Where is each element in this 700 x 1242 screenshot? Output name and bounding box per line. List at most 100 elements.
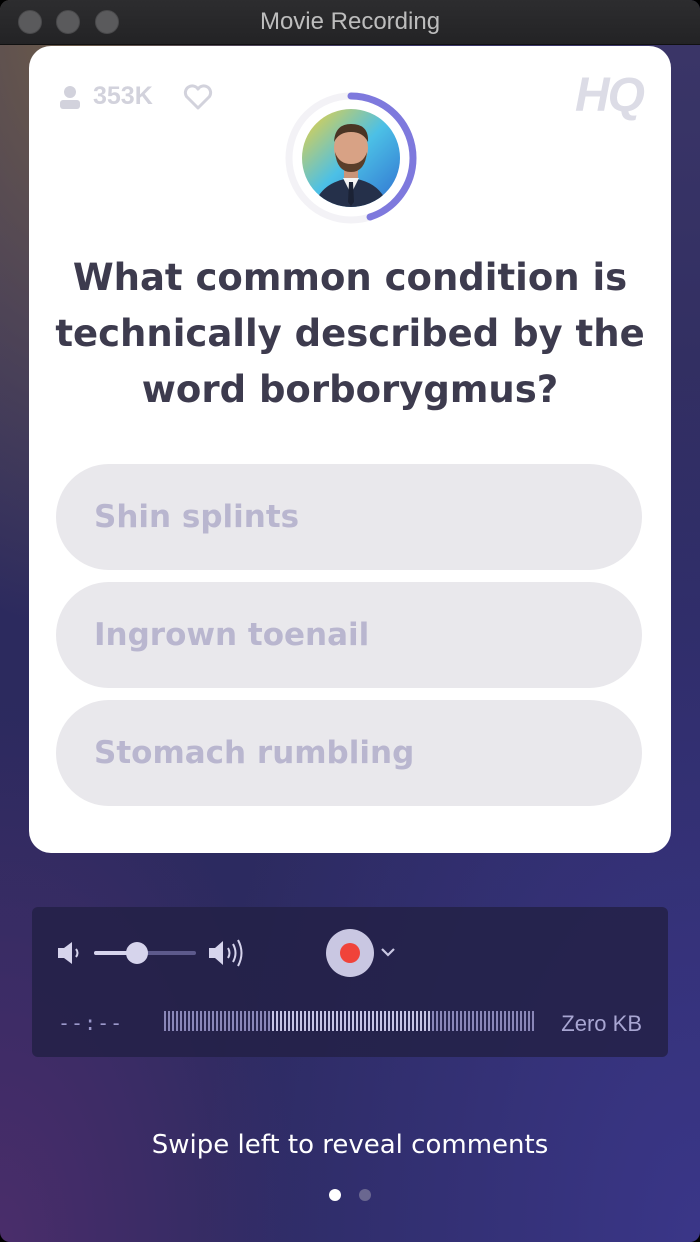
meter-tick <box>292 1011 294 1031</box>
meter-tick <box>488 1011 490 1031</box>
volume-slider[interactable] <box>94 942 196 964</box>
chevron-down-icon[interactable] <box>380 943 396 962</box>
meter-tick <box>204 1011 206 1031</box>
meter-tick <box>232 1011 234 1031</box>
meter-tick <box>288 1011 290 1031</box>
meter-tick <box>192 1011 194 1031</box>
meter-tick <box>272 1011 274 1031</box>
meter-tick <box>464 1011 466 1031</box>
viewer-count: 353K <box>93 82 153 110</box>
meter-tick <box>312 1011 314 1031</box>
meter-tick <box>180 1011 182 1031</box>
meter-tick <box>252 1011 254 1031</box>
meter-tick <box>244 1011 246 1031</box>
meter-tick <box>416 1011 418 1031</box>
meter-tick <box>336 1011 338 1031</box>
volume-high-icon <box>207 938 251 972</box>
swipe-hint: Swipe left to reveal comments <box>151 1130 549 1160</box>
meter-tick <box>440 1011 442 1031</box>
meter-tick <box>524 1011 526 1031</box>
meter-tick <box>216 1011 218 1031</box>
meter-tick <box>276 1011 278 1031</box>
meter-tick <box>208 1011 210 1031</box>
answer-option[interactable]: Ingrown toenail <box>56 582 642 688</box>
meter-tick <box>240 1011 242 1031</box>
meter-tick <box>384 1011 386 1031</box>
file-size: Zero KB <box>561 1011 642 1036</box>
meter-tick <box>168 1011 170 1031</box>
title-bar: Movie Recording <box>0 0 700 45</box>
meter-tick <box>380 1011 382 1031</box>
meter-tick <box>408 1011 410 1031</box>
meter-tick <box>344 1011 346 1031</box>
meter-tick <box>508 1011 510 1031</box>
meter-tick <box>392 1011 394 1031</box>
meter-tick <box>184 1011 186 1031</box>
window-title: Movie Recording <box>259 8 441 35</box>
answer-option[interactable]: Shin splints <box>56 464 642 570</box>
meter-tick <box>260 1011 262 1031</box>
meter-tick <box>424 1011 426 1031</box>
meter-tick <box>280 1011 282 1031</box>
meter-tick <box>164 1011 166 1031</box>
meter-tick <box>356 1011 358 1031</box>
movie-recording-window: Movie Recording 353K HQ What common cond… <box>0 0 700 1242</box>
meter-tick <box>300 1011 302 1031</box>
meter-tick <box>376 1011 378 1031</box>
page-dot[interactable] <box>329 1189 341 1201</box>
meter-tick <box>492 1011 494 1031</box>
meter-tick <box>304 1011 306 1031</box>
meter-tick <box>484 1011 486 1031</box>
elapsed-time: --:-- <box>58 1011 124 1035</box>
meter-tick <box>220 1011 222 1031</box>
meter-tick <box>332 1011 334 1031</box>
meter-tick <box>364 1011 366 1031</box>
meter-tick <box>496 1011 498 1031</box>
viewer-icon <box>59 85 81 109</box>
stats-row: 353K <box>59 82 213 111</box>
host-avatar-timer <box>283 90 419 226</box>
meter-tick <box>452 1011 454 1031</box>
meter-tick <box>436 1011 438 1031</box>
meter-tick <box>500 1011 502 1031</box>
meter-tick <box>296 1011 298 1031</box>
meter-tick <box>528 1011 530 1031</box>
meter-tick <box>284 1011 286 1031</box>
meter-tick <box>328 1011 330 1031</box>
meter-tick <box>196 1011 198 1031</box>
question-card: 353K HQ What common condition is technic… <box>29 46 671 853</box>
meter-tick <box>348 1011 350 1031</box>
meter-tick <box>212 1011 214 1031</box>
meter-tick <box>200 1011 202 1031</box>
audio-level-meter <box>164 1011 534 1031</box>
meter-tick <box>504 1011 506 1031</box>
meter-tick <box>396 1011 398 1031</box>
meter-tick <box>236 1011 238 1031</box>
meter-tick <box>352 1011 354 1031</box>
meter-tick <box>400 1011 402 1031</box>
meter-tick <box>256 1011 258 1031</box>
meter-tick <box>188 1011 190 1031</box>
page-dot[interactable] <box>359 1189 371 1201</box>
meter-tick <box>448 1011 450 1031</box>
record-button[interactable] <box>326 929 374 977</box>
meter-tick <box>456 1011 458 1031</box>
heart-icon[interactable] <box>183 83 213 110</box>
meter-tick <box>444 1011 446 1031</box>
meter-tick <box>512 1011 514 1031</box>
volume-low-icon <box>56 940 86 970</box>
recording-controls: --:-- Zero KB <box>32 907 668 1057</box>
meter-tick <box>468 1011 470 1031</box>
hq-logo: HQ <box>575 69 645 122</box>
meter-tick <box>264 1011 266 1031</box>
meter-tick <box>228 1011 230 1031</box>
meter-tick <box>516 1011 518 1031</box>
answer-option[interactable]: Stomach rumbling <box>56 700 642 806</box>
meter-tick <box>268 1011 270 1031</box>
meter-tick <box>320 1011 322 1031</box>
volume-slider-knob[interactable] <box>125 942 148 964</box>
question-text: What common condition is technically des… <box>55 256 645 411</box>
meter-tick <box>372 1011 374 1031</box>
meter-tick <box>460 1011 462 1031</box>
meter-tick <box>420 1011 422 1031</box>
